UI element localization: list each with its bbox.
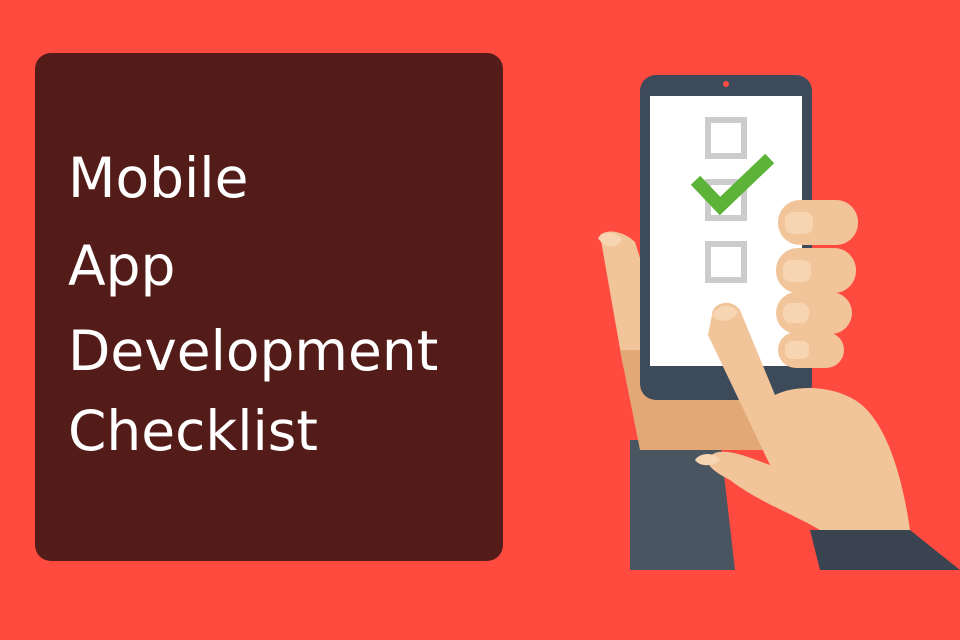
hand-holding-phone-checklist-icon [598,75,960,570]
phone-camera [723,81,729,87]
finger-2-nail [783,260,811,282]
finger-4-nail [785,341,809,359]
title-line-2: App [68,234,176,298]
title-line-1: Mobile [68,146,249,210]
sleeve-right [810,530,960,570]
title-line-4: Checklist [68,399,318,463]
finger-3-nail [783,303,809,323]
finger-1-nail [785,212,813,234]
title-card: Mobile App Development Checklist [35,53,503,561]
title-line-3: Development [68,319,439,383]
